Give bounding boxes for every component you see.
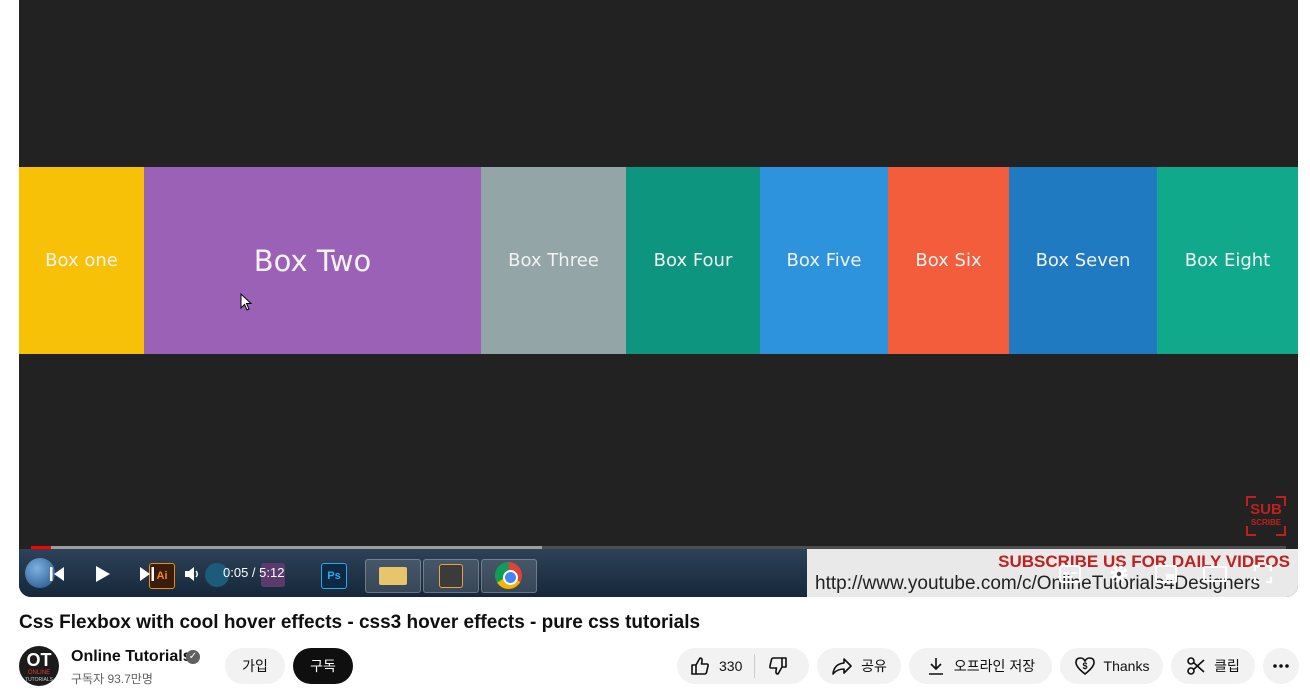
join-button[interactable]: 가입 (225, 648, 285, 684)
join-label: 가입 (242, 658, 268, 674)
video-title: Css Flexbox with cool hover effects - cs… (19, 612, 701, 633)
subscribe-logo: SUB SCRIBE (1246, 496, 1286, 536)
subtitles-icon (1059, 565, 1081, 583)
subscribe-logo-bottom: SCRIBE (1250, 518, 1282, 527)
mouse-pointer-icon (240, 293, 252, 311)
progress-played (31, 546, 51, 549)
time-display: 0:05 / 5:12 (223, 565, 285, 580)
gear-icon (1110, 565, 1128, 583)
box-label: Box Five (786, 250, 862, 271)
skip-previous-icon (50, 567, 64, 581)
box-8: Box Eight (1157, 167, 1298, 354)
chrome-icon (481, 559, 537, 593)
progress-buffered (31, 546, 542, 549)
like-count: 330 (719, 658, 743, 674)
box-label: Box Two (253, 243, 372, 278)
sublime-icon (423, 559, 479, 593)
avatar-text: OT (26, 650, 52, 670)
video-player[interactable]: Box one Box Two Box Three Box Four Box F… (19, 0, 1298, 597)
download-button[interactable]: 오프라인 저장 (909, 648, 1052, 684)
box-6: Box Six (888, 167, 1009, 354)
fullscreen-icon (1253, 564, 1273, 584)
theater-mode-icon (1203, 566, 1227, 582)
share-label: 공유 (861, 658, 887, 674)
thumbs-down-icon (769, 657, 788, 675)
thanks-label: Thanks (1103, 658, 1150, 674)
box-4: Box Four (626, 167, 760, 354)
miniplayer-button[interactable] (1153, 562, 1179, 586)
verified-badge-icon: ✓ (186, 650, 200, 664)
photoshop-icon: Ps (321, 563, 347, 589)
download-icon (928, 658, 943, 675)
more-horizontal-icon (1273, 664, 1289, 668)
photoshop-label: Ps (327, 570, 341, 582)
more-actions-button[interactable] (1263, 648, 1299, 684)
subscribe-logo-top: SUB (1250, 501, 1282, 518)
box-label: Box Seven (1035, 250, 1131, 271)
subscribe-button[interactable]: 구독 (293, 648, 353, 684)
svg-text:$: $ (1082, 661, 1087, 671)
clip-button[interactable]: 클립 (1171, 648, 1255, 684)
avatar-sub-tutorials: TUTORIALS (25, 677, 53, 683)
fullscreen-button[interactable] (1250, 561, 1276, 587)
scissors-icon (1187, 657, 1205, 675)
box-5: Box Five (760, 167, 888, 354)
volume-button[interactable] (181, 563, 203, 585)
like-button[interactable]: 330 (689, 655, 742, 677)
subtitles-button[interactable] (1057, 562, 1083, 586)
box-1: Box one (19, 167, 144, 354)
box-3: Box Three (481, 167, 626, 354)
skip-next-icon (140, 567, 154, 581)
like-dislike-group: 330 (677, 648, 809, 684)
thanks-button[interactable]: $ Thanks (1060, 648, 1163, 684)
heart-dollar-icon: $ (1074, 657, 1095, 676)
box-label: Box Four (653, 250, 733, 271)
previous-button[interactable] (45, 562, 69, 586)
miniplayer-icon (1155, 565, 1177, 583)
dislike-button[interactable] (767, 655, 789, 677)
avatar-sub-online: ONLINE (27, 670, 51, 676)
like-divider (754, 654, 756, 678)
subscribe-label: 구독 (310, 658, 336, 674)
volume-icon (185, 567, 198, 581)
subscriber-count: 구독자 93.7만명 (71, 672, 153, 686)
channel-avatar[interactable]: OT ONLINE TUTORIALS (19, 646, 59, 686)
play-icon (96, 566, 110, 582)
next-button[interactable] (135, 562, 159, 586)
banner-subscribe-text: SUBSCRIBE US FOR DAILY VIDEOS (998, 552, 1290, 571)
box-label: Box one (45, 250, 118, 271)
box-7: Box Seven (1009, 167, 1157, 354)
flexbox-demo: Box one Box Two Box Three Box Four Box F… (19, 167, 1298, 354)
clip-label: 클립 (1214, 658, 1240, 674)
theater-mode-button[interactable] (1201, 562, 1229, 586)
share-icon (832, 658, 852, 675)
channel-name[interactable]: Online Tutorials (71, 648, 192, 666)
box-label: Box Six (915, 250, 982, 271)
banner-url: http://www.youtube.com/c/OnlineTutorials… (815, 573, 1260, 594)
box-2: Box Two (144, 167, 481, 354)
download-label: 오프라인 저장 (953, 658, 1036, 674)
box-label: Box Three (508, 250, 599, 271)
settings-button[interactable] (1106, 561, 1132, 587)
thumbs-up-icon (691, 657, 709, 675)
play-button[interactable] (89, 561, 115, 587)
file-explorer-icon (365, 559, 421, 593)
box-label: Box Eight (1184, 250, 1271, 271)
share-button[interactable]: 공유 (817, 648, 901, 684)
